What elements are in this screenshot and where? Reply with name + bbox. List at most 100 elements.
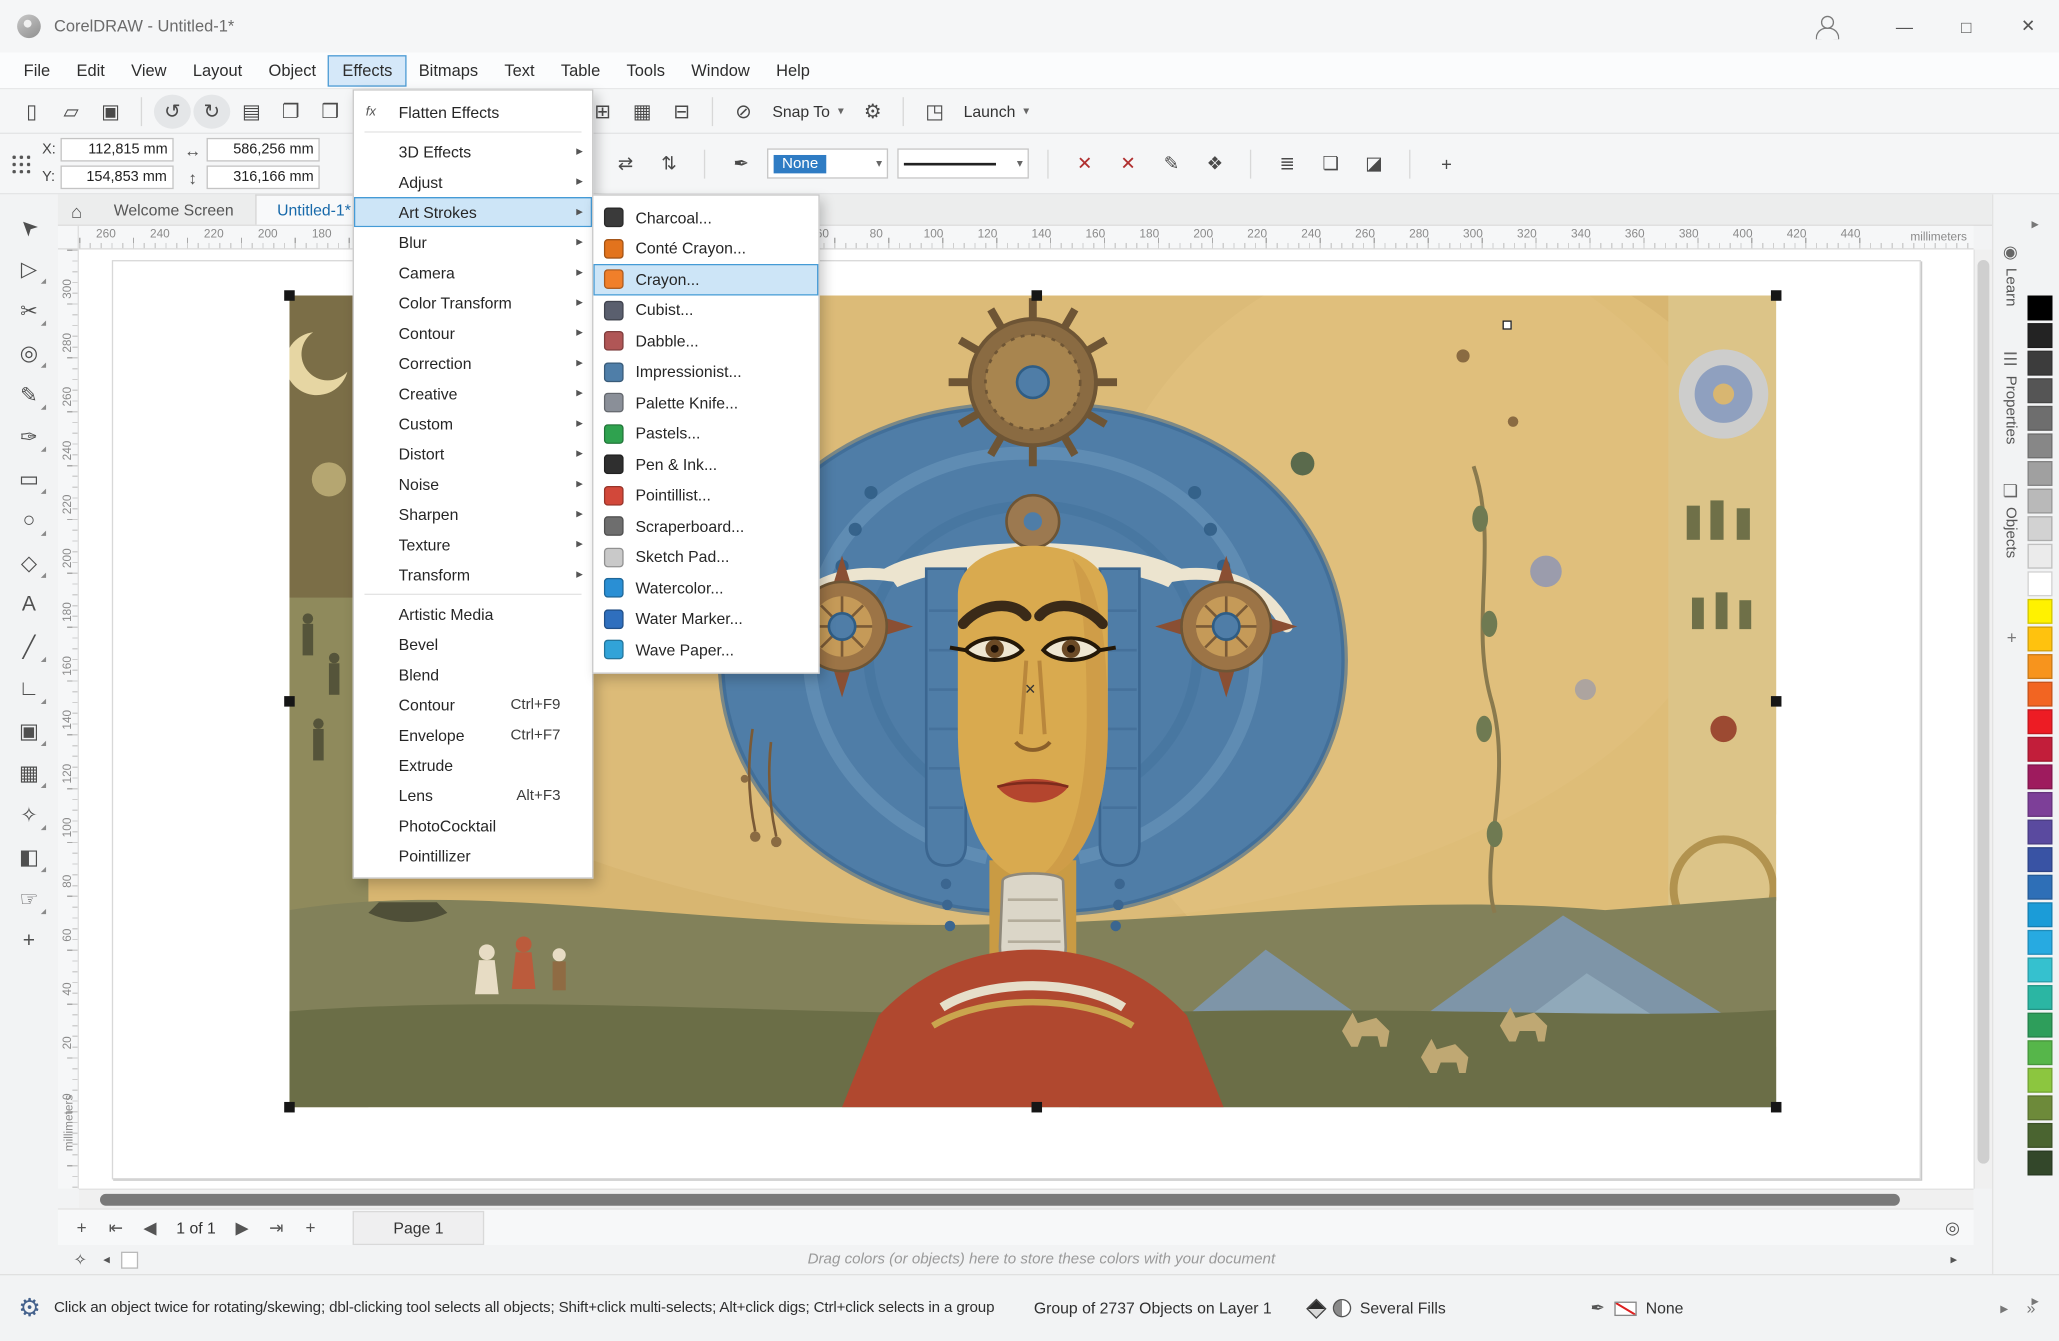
frame-tool[interactable]: ▣ (9, 712, 48, 750)
submenu-item-impressionist[interactable]: Impressionist... (593, 357, 818, 388)
menu-item-sharpen[interactable]: Sharpen▸ (354, 499, 592, 529)
remove-outline-icon[interactable]: ✕ (1068, 148, 1102, 180)
menu-item-bevel[interactable]: Bevel (354, 629, 592, 659)
zoom-tool[interactable]: ◎ (9, 334, 48, 372)
menu-effects[interactable]: Effects (329, 56, 405, 85)
palette-swatch[interactable] (2027, 626, 2052, 651)
edit-fill-icon[interactable]: ✎ (1154, 148, 1188, 180)
open-icon[interactable]: ▱ (53, 94, 90, 128)
selection-handle-bottom-right[interactable] (1771, 1102, 1782, 1113)
flip-horizontal-icon[interactable]: ⇄ (608, 148, 642, 180)
paste-icon[interactable]: ❒ (312, 94, 349, 128)
menu-item-3d-effects[interactable]: 3D Effects▸ (354, 137, 592, 167)
menu-table[interactable]: Table (548, 56, 614, 85)
text-tool[interactable]: A (9, 586, 48, 624)
menu-item-photococktail[interactable]: PhotoCocktail (354, 810, 592, 840)
connector-tool[interactable]: ∟ (9, 670, 48, 708)
launch-icon[interactable]: ◳ (916, 94, 953, 128)
selection-center-mark[interactable]: × (1025, 678, 1036, 699)
launch-dropdown[interactable]: Launch ▾ (956, 94, 1037, 128)
y-position-input[interactable]: 154,853 mm (60, 165, 173, 189)
options-gear-icon[interactable]: ⚙ (854, 94, 891, 128)
flip-vertical-icon[interactable]: ⇅ (652, 148, 686, 180)
line-tool[interactable]: ╱ (9, 628, 48, 666)
undo-icon[interactable]: ↺ (154, 94, 191, 128)
palette-swatch[interactable] (2027, 1095, 2052, 1120)
print-icon[interactable]: ▤ (233, 94, 270, 128)
palette-swatch[interactable] (2027, 1068, 2052, 1093)
menu-item-pointillizer[interactable]: Pointillizer (354, 841, 592, 871)
menu-file[interactable]: File (11, 56, 64, 85)
palette-swatch[interactable] (2027, 847, 2052, 872)
palette-swatch[interactable] (2027, 654, 2052, 679)
palette-swatch[interactable] (2027, 378, 2052, 403)
menu-item-artistic-media[interactable]: Artistic Media (354, 599, 592, 629)
palette-swatch[interactable] (2027, 516, 2052, 541)
shape-tool[interactable]: ▷ (9, 250, 48, 288)
submenu-item-wave-paper[interactable]: Wave Paper... (593, 634, 818, 665)
selection-handle-top-right[interactable] (1771, 290, 1782, 301)
menu-item-texture[interactable]: Texture▸ (354, 529, 592, 559)
palette-expand-arrow-icon[interactable]: ▸ (2031, 1292, 2038, 1309)
tab-welcome-screen[interactable]: Welcome Screen (93, 196, 255, 225)
maximize-button[interactable]: □ (1935, 0, 1997, 53)
palette-swatch[interactable] (2027, 433, 2052, 458)
palette-swatch[interactable] (2027, 875, 2052, 900)
close-button[interactable]: ✕ (1997, 0, 2059, 53)
palette-swatch[interactable] (2027, 571, 2052, 596)
menu-item-blend[interactable]: Blend (354, 659, 592, 689)
freehand-tool[interactable]: ✎ (9, 376, 48, 414)
submenu-item-cubist[interactable]: Cubist... (593, 295, 818, 326)
selection-handle-middle-right[interactable] (1771, 696, 1782, 707)
zoom-page-icon[interactable]: ◎ (1937, 1212, 1969, 1244)
menu-item-correction[interactable]: Correction▸ (354, 348, 592, 378)
edit-node-marker[interactable] (1503, 320, 1512, 329)
add-page-button-2[interactable]: + (295, 1212, 327, 1244)
menu-item-distort[interactable]: Distort▸ (354, 439, 592, 469)
palette-swatch[interactable] (2027, 682, 2052, 707)
submenu-item-pastels[interactable]: Pastels... (593, 418, 818, 449)
outline-width-combo[interactable]: None ▾ (768, 148, 889, 178)
add-tool-button[interactable]: + (9, 922, 48, 960)
palette-swatch[interactable] (2027, 737, 2052, 762)
status-gear-icon[interactable]: ⚙ (18, 1293, 40, 1323)
menu-item-camera[interactable]: Camera▸ (354, 257, 592, 287)
menu-layout[interactable]: Layout (180, 56, 256, 85)
new-document-icon[interactable]: ▯ (13, 94, 50, 128)
menu-help[interactable]: Help (763, 56, 823, 85)
add-property-icon[interactable]: + (1429, 148, 1463, 180)
menu-text[interactable]: Text (491, 56, 547, 85)
docker-tab-objects[interactable]: ❏ Objects (1995, 481, 2027, 558)
rectangle-tool[interactable]: ▭ (9, 460, 48, 498)
submenu-item-charcoal[interactable]: Charcoal... (593, 202, 818, 233)
palette-swatch[interactable] (2027, 544, 2052, 569)
snap-to-dropdown[interactable]: Snap To ▾ (764, 94, 851, 128)
menu-item-flatten-effects[interactable]: fxFlatten Effects (354, 97, 592, 127)
crop-tool[interactable]: ✂ (9, 292, 48, 330)
menu-item-contour[interactable]: Contour▸ (354, 318, 592, 348)
show-guidelines-icon[interactable]: ⊟ (663, 94, 700, 128)
first-page-icon[interactable]: ⇤ (100, 1212, 132, 1244)
page-1-tab[interactable]: Page 1 (353, 1210, 485, 1244)
palette-swatch[interactable] (2027, 957, 2052, 982)
account-icon[interactable] (1813, 14, 1839, 38)
palette-swatch[interactable] (2027, 406, 2052, 431)
palette-swatch[interactable] (2027, 902, 2052, 927)
menu-item-art-strokes[interactable]: Art Strokes▸ (354, 197, 592, 227)
layers-icon[interactable]: ❏ (1314, 148, 1348, 180)
vertical-scrollbar[interactable] (1974, 250, 1992, 1189)
docker-collapse-icon[interactable]: ▸ (2031, 215, 2038, 232)
eyedropper-tool[interactable]: ✧ (9, 796, 48, 834)
object-width-input[interactable]: 586,256 mm (207, 138, 320, 162)
palette-swatch[interactable] (2027, 1123, 2052, 1148)
palette-swatch[interactable] (2027, 296, 2052, 321)
palette-swatch[interactable] (2027, 1040, 2052, 1065)
empty-document-swatch[interactable] (121, 1251, 138, 1268)
menu-item-envelope[interactable]: EnvelopeCtrl+F7 (354, 720, 592, 750)
menu-item-adjust[interactable]: Adjust▸ (354, 167, 592, 197)
line-style-combo[interactable]: ▾ (898, 148, 1030, 178)
vertical-scrollbar-thumb[interactable] (1977, 260, 1989, 1164)
last-page-icon[interactable]: ⇥ (261, 1212, 293, 1244)
menu-bitmaps[interactable]: Bitmaps (406, 56, 492, 85)
palette-swatch[interactable] (2027, 351, 2052, 376)
